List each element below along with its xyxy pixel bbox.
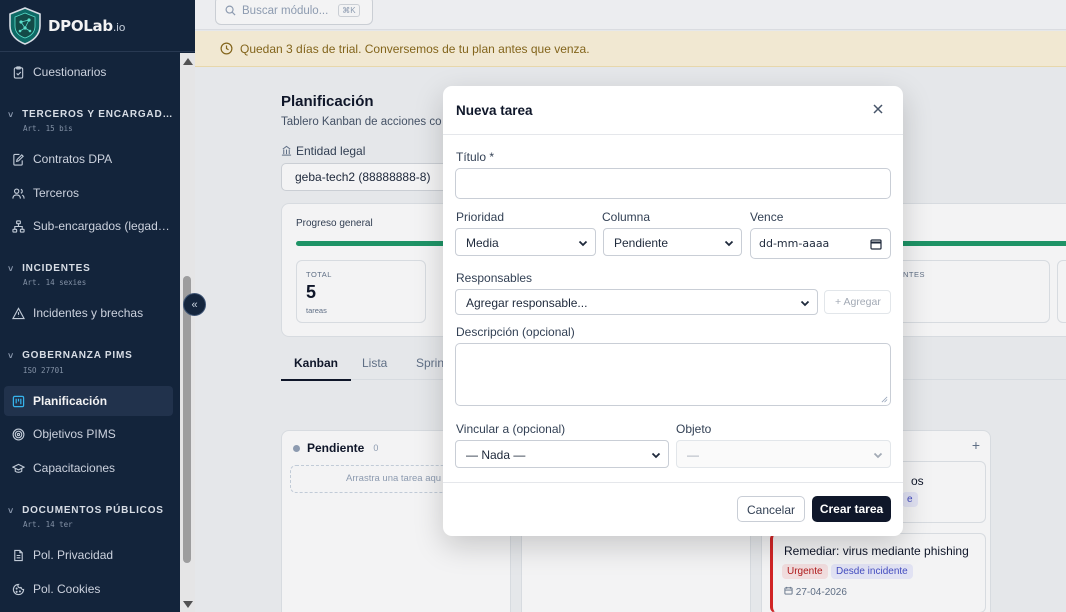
resize-grip-icon[interactable] — [881, 396, 888, 403]
vence-date-input[interactable]: dd-mm-aaaa — [750, 228, 891, 259]
titulo-input[interactable] — [455, 168, 891, 199]
chevron-down-icon — [800, 300, 810, 307]
add-responsable-button[interactable]: + Agregar — [824, 290, 891, 314]
date-placeholder: dd-mm-aaaa — [759, 237, 830, 250]
vence-label: Vence — [750, 210, 784, 224]
cancel-button[interactable]: Cancelar — [737, 496, 805, 522]
descripcion-label: Descripción (opcional) — [456, 325, 575, 339]
new-task-modal: Nueva tarea Título * Prioridad Media Col… — [443, 86, 903, 536]
create-task-button[interactable]: Crear tarea — [812, 496, 891, 522]
columna-label: Columna — [602, 210, 651, 224]
objeto-value: — — [687, 448, 699, 462]
responsables-label: Responsables — [456, 271, 533, 285]
vincular-value: — Nada — — [466, 448, 526, 462]
objeto-select[interactable]: — — [676, 440, 891, 468]
columna-select[interactable]: Pendiente — [603, 228, 742, 256]
titulo-label: Título * — [456, 150, 495, 164]
columna-value: Pendiente — [614, 236, 669, 250]
responsables-select[interactable]: Agregar responsable... — [455, 289, 818, 315]
chevron-down-icon — [578, 240, 588, 247]
calendar-icon[interactable] — [870, 238, 882, 250]
chevron-down-icon — [724, 240, 734, 247]
responsables-value: Agregar responsable... — [466, 296, 588, 310]
prioridad-label: Prioridad — [456, 210, 505, 224]
modal-header: Nueva tarea — [443, 86, 903, 135]
chevron-down-icon — [651, 452, 661, 459]
prioridad-select[interactable]: Media — [455, 228, 596, 256]
objeto-label: Objeto — [676, 422, 712, 436]
modal-title: Nueva tarea — [456, 103, 533, 118]
prioridad-value: Media — [466, 236, 499, 250]
modal-divider — [443, 482, 903, 483]
vincular-label: Vincular a (opcional) — [456, 422, 566, 436]
collapse-sidebar-button[interactable]: « — [183, 293, 206, 316]
chevron-down-icon — [873, 452, 883, 459]
descripcion-textarea[interactable] — [455, 343, 891, 406]
close-icon[interactable] — [871, 102, 885, 116]
vincular-select[interactable]: — Nada — — [455, 440, 669, 468]
